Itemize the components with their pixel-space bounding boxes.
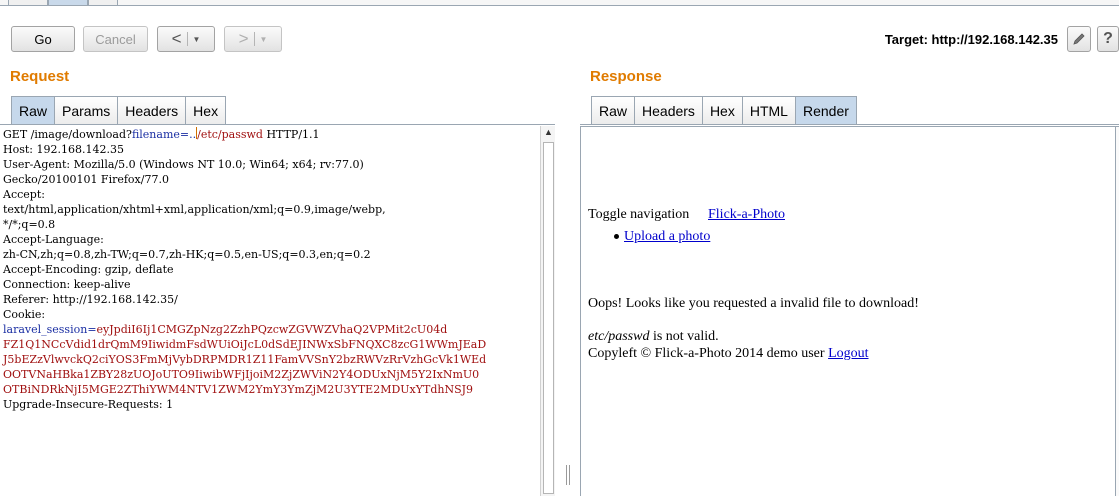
request-tabs: Raw Params Headers Hex xyxy=(11,96,227,124)
pane-divider-handle[interactable] xyxy=(566,465,570,485)
footer-line: Copyleft © Flick-a-Photo 2014 demo user … xyxy=(588,346,869,362)
error-message: Oops! Looks like you requested a invalid… xyxy=(588,296,919,311)
request-tab-underline xyxy=(0,124,555,125)
request-editor[interactable]: GET /image/download?filename=../etc/pass… xyxy=(0,126,555,496)
tab-label: Hex xyxy=(709,102,735,119)
header-line: Accept: xyxy=(3,188,45,201)
header-line: */*;q=0.8 xyxy=(3,218,56,231)
response-title: Response xyxy=(590,68,662,85)
header-line: Accept-Encoding: gzip, deflate xyxy=(3,263,174,276)
target-label: Target: http://192.168.142.35 xyxy=(884,32,1058,47)
header-line: User-Agent: Mozilla/5.0 (Windows NT 10.0… xyxy=(3,158,364,171)
chevron-right-icon: > xyxy=(238,29,249,48)
tab-params[interactable]: Params xyxy=(54,96,119,124)
go-button-label: Go xyxy=(34,31,52,47)
tab-label: Render xyxy=(802,102,849,119)
header-line: Host: 192.168.142.35 xyxy=(3,143,124,156)
tab-label: Raw xyxy=(599,102,628,119)
header-line: Accept-Language: xyxy=(3,233,104,246)
scroll-up-icon[interactable]: ▲ xyxy=(544,127,553,137)
cookie-equals: = xyxy=(87,323,97,336)
logout-link[interactable]: Logout xyxy=(828,346,868,361)
list-bullet xyxy=(614,234,619,239)
tab-headers[interactable]: Headers xyxy=(117,96,187,124)
request-protocol: HTTP/1.1 xyxy=(262,128,320,141)
tab-hex[interactable]: Hex xyxy=(701,96,743,124)
help-button[interactable]: ? xyxy=(1097,26,1119,52)
button-separator xyxy=(253,32,255,46)
header-line: text/html,application/xhtml+xml,applicat… xyxy=(3,203,386,216)
header-line: Referer: http://192.168.142.35/ xyxy=(3,293,178,306)
brand-link[interactable]: Flick-a-Photo xyxy=(708,207,785,223)
header-line: zh-CN,zh;q=0.8,zh-TW;q=0.7,zh-HK;q=0.5,e… xyxy=(3,248,371,261)
toggle-navigation[interactable]: Toggle navigation xyxy=(588,207,689,223)
cookie-value-line: OTBiNDRkNjI5MGE2ZThiYWM4NTV1ZWM2YmY3YmZj… xyxy=(3,383,474,396)
back-button[interactable]: < ▼ xyxy=(157,26,215,52)
tab-label: Headers xyxy=(125,102,179,119)
response-tabs: Raw Headers Hex HTML Render xyxy=(591,96,857,124)
param-value: /etc/passwd xyxy=(197,128,263,141)
go-button[interactable]: Go xyxy=(11,26,75,52)
request-text[interactable]: GET /image/download?filename=../etc/pass… xyxy=(3,127,538,412)
header-line: Cookie: xyxy=(3,308,46,321)
tab-label: Params xyxy=(62,102,111,119)
chevron-left-icon: < xyxy=(171,29,182,48)
forward-button[interactable]: > ▼ xyxy=(224,26,282,52)
cookie-value-line: eyJpdiI6Ij1CMGZpNzg2ZzhPQzcwZGVWZVhaQ2VP… xyxy=(96,323,448,336)
response-tab-underline xyxy=(580,124,1119,125)
scrollbar-thumb[interactable] xyxy=(543,142,554,494)
header-line: Upgrade-Insecure-Requests: 1 xyxy=(3,398,174,411)
tab-label: Hex xyxy=(193,102,219,119)
file-name: etc/passwd xyxy=(588,329,650,344)
pencil-icon xyxy=(1073,33,1085,45)
header-line: Gecko/20100101 Firefox/77.0 xyxy=(3,173,169,186)
edit-target-button[interactable] xyxy=(1067,26,1091,52)
tab-html[interactable]: HTML xyxy=(741,96,796,124)
cookie-name: laravel_session xyxy=(3,323,88,336)
cookie-value-line: OOTVNaHBka1ZBY28zUOJoUTO9IiwibWFjIjoiM2Z… xyxy=(3,368,480,381)
dropdown-arrow-icon[interactable]: ▼ xyxy=(260,35,268,44)
cookie-value-line: FZ1Q1NCcVdid1drQmM9IiwidmFsdWUiOiJcL0dSd… xyxy=(3,338,487,351)
param-equals: =.. xyxy=(179,128,197,141)
tab-label: Headers xyxy=(642,102,695,119)
top-tab-selected[interactable] xyxy=(48,0,88,6)
help-icon: ? xyxy=(1103,30,1113,47)
tab-label: HTML xyxy=(749,102,788,119)
tab-label: Raw xyxy=(19,102,48,119)
request-title: Request xyxy=(10,68,70,85)
tab-render[interactable]: Render xyxy=(794,96,857,124)
cancel-button-label: Cancel xyxy=(95,31,136,47)
tab-raw[interactable]: Raw xyxy=(11,96,56,124)
param-name: filename xyxy=(131,128,180,141)
top-tab-strip xyxy=(0,0,1119,6)
tab-headers[interactable]: Headers xyxy=(634,96,703,124)
invalid-file-line: etc/passwd is not valid. xyxy=(588,329,719,345)
render-frame-edge xyxy=(1115,127,1119,496)
not-valid-text: is not valid. xyxy=(649,329,719,344)
request-scrollbar[interactable]: ▲ xyxy=(540,126,555,496)
cookie-value-line: J5bEZzVlwvckQ2ciYOS3FmMjVybDRPMDR1Z11Fam… xyxy=(3,353,487,366)
top-tab[interactable] xyxy=(88,0,118,6)
dropdown-arrow-icon[interactable]: ▼ xyxy=(193,35,201,44)
button-separator xyxy=(186,32,188,46)
header-line: Connection: keep-alive xyxy=(3,278,131,291)
top-tab[interactable] xyxy=(8,0,48,6)
tab-raw[interactable]: Raw xyxy=(591,96,636,124)
copyleft-text: Copyleft © Flick-a-Photo 2014 demo user xyxy=(588,346,829,361)
cancel-button[interactable]: Cancel xyxy=(83,26,148,52)
tab-hex[interactable]: Hex xyxy=(185,96,227,124)
upload-photo-link[interactable]: Upload a photo xyxy=(624,229,710,245)
request-line-method: GET /image/download? xyxy=(3,128,132,141)
